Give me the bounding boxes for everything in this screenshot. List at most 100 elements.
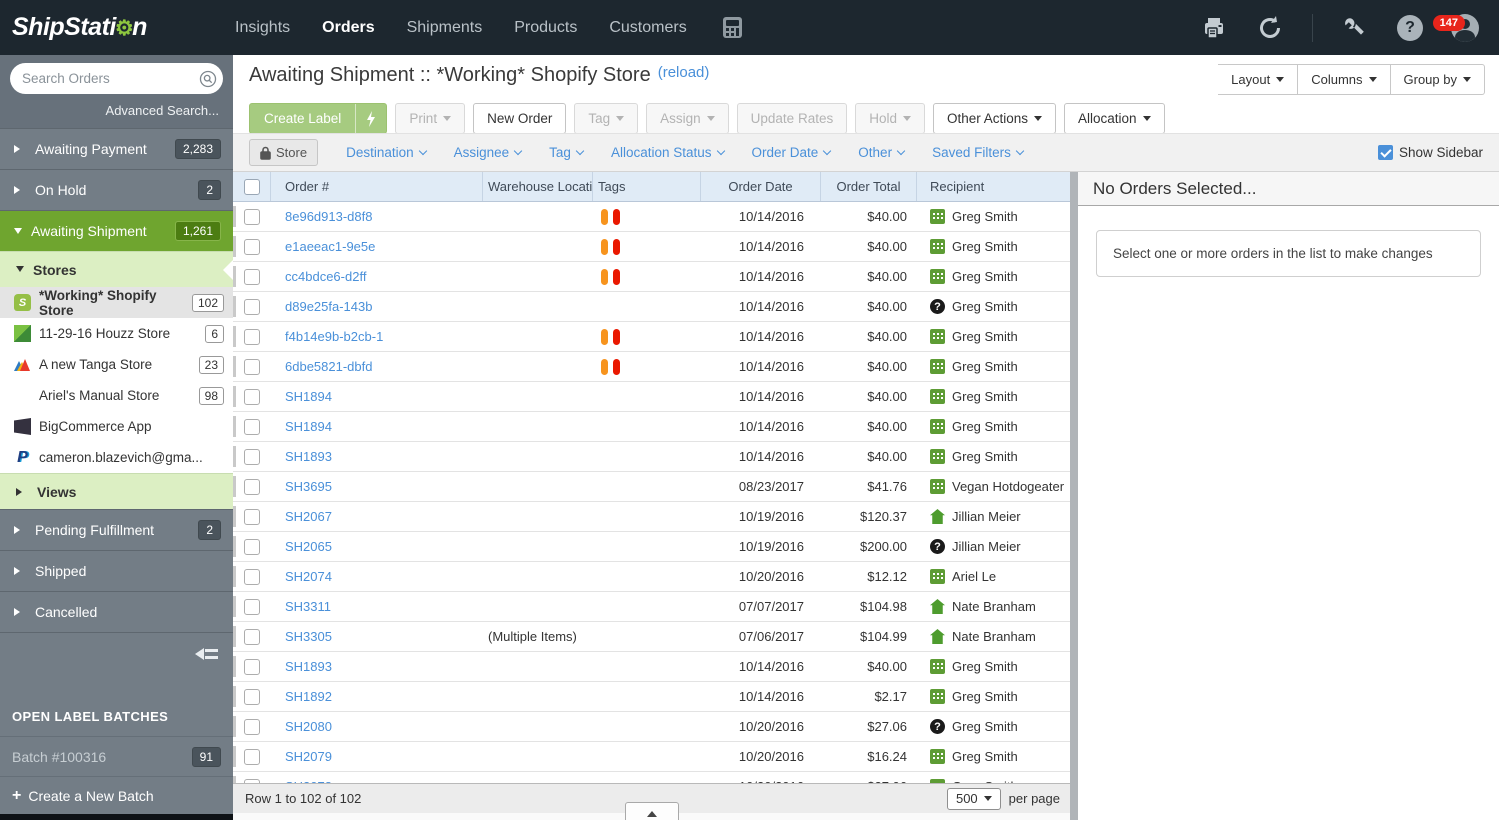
table-row[interactable]: f4b14e9b-b2cb-1 10/14/2016 $40.00 Greg S… [233, 322, 1070, 352]
table-row[interactable]: SH2080 10/20/2016 $27.06 Greg Smith [233, 712, 1070, 742]
nav-item[interactable]: Shipments [407, 19, 483, 37]
row-checkbox[interactable] [244, 239, 260, 255]
table-scrollbar[interactable] [1070, 172, 1078, 820]
row-checkbox[interactable] [244, 719, 260, 735]
row-checkbox[interactable] [244, 629, 260, 645]
nav-item[interactable]: Insights [235, 19, 290, 37]
select-all-checkbox[interactable] [244, 179, 260, 195]
help-icon[interactable]: ? [1397, 15, 1423, 41]
sidebar-item-on-hold[interactable]: On Hold 2 [0, 169, 233, 210]
order-number-link[interactable]: SH2078 [285, 779, 332, 783]
print-button[interactable]: Print [395, 103, 465, 134]
per-page-select[interactable]: 500 [947, 788, 1001, 810]
row-checkbox[interactable] [244, 209, 260, 225]
sidebar-section-views[interactable]: Views [0, 473, 233, 509]
column-header-tags[interactable]: Tags [593, 172, 701, 201]
filter-link[interactable]: Order Date [752, 145, 831, 160]
table-row[interactable]: SH2079 10/20/2016 $16.24 Greg Smith [233, 742, 1070, 772]
collapse-sidebar-icon[interactable] [195, 645, 219, 663]
table-row[interactable]: SH1892 10/14/2016 $2.17 Greg Smith [233, 682, 1070, 712]
refresh-icon[interactable] [1256, 14, 1284, 42]
calculator-icon[interactable] [719, 14, 747, 42]
advanced-search-link[interactable]: Advanced Search... [10, 103, 223, 118]
order-number-link[interactable]: SH3311 [285, 599, 331, 614]
row-checkbox[interactable] [244, 329, 260, 345]
row-checkbox[interactable] [244, 449, 260, 465]
column-header-recipient[interactable]: Recipient [917, 172, 1070, 201]
order-number-link[interactable]: SH3695 [285, 479, 332, 494]
create-label-button[interactable]: Create Label [249, 103, 387, 134]
show-sidebar-toggle[interactable]: Show Sidebar [1378, 145, 1483, 160]
table-row[interactable]: cc4bdce6-d2ff 10/14/2016 $40.00 Greg Smi… [233, 262, 1070, 292]
checked-checkbox-icon[interactable] [1378, 145, 1393, 160]
filter-link[interactable]: Destination [346, 145, 426, 160]
order-number-link[interactable]: SH1893 [285, 449, 332, 464]
sidebar-item-batch[interactable]: Batch #100316 91 [0, 736, 233, 776]
table-row[interactable]: SH3311 07/07/2017 $104.98 Nate Branham [233, 592, 1070, 622]
new-order-button[interactable]: New Order [473, 103, 566, 134]
search-input[interactable] [22, 71, 199, 86]
order-number-link[interactable]: 6dbe5821-dbfd [285, 359, 372, 374]
row-checkbox[interactable] [244, 689, 260, 705]
create-new-batch-button[interactable]: + Create a New Batch [0, 776, 233, 814]
table-row[interactable]: SH1894 10/14/2016 $40.00 Greg Smith [233, 412, 1070, 442]
table-row[interactable]: SH2067 10/19/2016 $120.37 Jillian Meier [233, 502, 1070, 532]
update-rates-button[interactable]: Update Rates [737, 103, 848, 134]
nav-item[interactable]: Products [514, 19, 577, 37]
order-number-link[interactable]: SH1892 [285, 689, 332, 704]
row-checkbox[interactable] [244, 419, 260, 435]
sidebar-item-pending-fulfillment[interactable]: Pending Fulfillment 2 [0, 509, 233, 550]
table-row[interactable]: SH1894 10/14/2016 $40.00 Greg Smith [233, 382, 1070, 412]
row-checkbox[interactable] [244, 389, 260, 405]
table-row[interactable]: SH2074 10/20/2016 $12.12 Ariel Le [233, 562, 1070, 592]
column-header-total[interactable]: Order Total [821, 172, 917, 201]
order-number-link[interactable]: SH1894 [285, 389, 332, 404]
sidebar-item-shipped[interactable]: Shipped [0, 550, 233, 591]
assign-button[interactable]: Assign [646, 103, 729, 134]
scroll-to-top-button[interactable] [625, 802, 679, 820]
order-number-link[interactable]: SH2065 [285, 539, 332, 554]
user-menu[interactable]: 147 [1451, 14, 1479, 42]
tag-button[interactable]: Tag [574, 103, 638, 134]
filter-link[interactable]: Allocation Status [611, 145, 724, 160]
table-row[interactable]: e1aeeac1-9e5e 10/14/2016 $40.00 Greg Smi… [233, 232, 1070, 262]
row-checkbox[interactable] [244, 779, 260, 784]
table-row[interactable]: 6dbe5821-dbfd 10/14/2016 $40.00 Greg Smi… [233, 352, 1070, 382]
table-row[interactable]: SH2078 10/20/2016 $27.06 Greg Smith [233, 772, 1070, 783]
sidebar-store-item[interactable]: cameron.blazevich@gma... [0, 442, 233, 473]
sidebar-section-stores[interactable]: Stores [0, 251, 233, 287]
order-number-link[interactable]: cc4bdce6-d2ff [285, 269, 366, 284]
table-row[interactable]: SH1893 10/14/2016 $40.00 Greg Smith [233, 442, 1070, 472]
order-number-link[interactable]: 8e96d913-d8f8 [285, 209, 372, 224]
row-checkbox[interactable] [244, 479, 260, 495]
hold-button[interactable]: Hold [855, 103, 925, 134]
order-number-link[interactable]: SH2074 [285, 569, 332, 584]
order-number-link[interactable]: SH1894 [285, 419, 332, 434]
sidebar-store-item[interactable]: *Working* Shopify Store 102 [0, 287, 233, 318]
row-checkbox[interactable] [244, 749, 260, 765]
nav-item[interactable]: Customers [609, 19, 686, 37]
table-row[interactable]: 8e96d913-d8f8 10/14/2016 $40.00 Greg Smi… [233, 202, 1070, 232]
column-header-order[interactable]: Order # [271, 172, 483, 201]
filter-link[interactable]: Tag [549, 145, 583, 160]
order-number-link[interactable]: SH2067 [285, 509, 332, 524]
sidebar-store-item[interactable]: A new Tanga Store 23 [0, 349, 233, 380]
nav-item[interactable]: Orders [322, 19, 374, 37]
order-number-link[interactable]: d89e25fa-143b [285, 299, 372, 314]
sidebar-store-item[interactable]: 11-29-16 Houzz Store 6 [0, 318, 233, 349]
order-number-link[interactable]: SH1893 [285, 659, 332, 674]
row-checkbox[interactable] [244, 269, 260, 285]
table-row[interactable]: d89e25fa-143b 10/14/2016 $40.00 Greg Smi… [233, 292, 1070, 322]
row-checkbox[interactable] [244, 569, 260, 585]
reload-link[interactable]: (reload) [658, 64, 710, 81]
filter-link[interactable]: Other [858, 145, 904, 160]
other-actions-button[interactable]: Other Actions [933, 103, 1056, 134]
column-header-date[interactable]: Order Date [701, 172, 821, 201]
row-checkbox[interactable] [244, 599, 260, 615]
table-row[interactable]: SH3695 08/23/2017 $41.76 Vegan Hotdogeat… [233, 472, 1070, 502]
view-option-button[interactable]: Group by [1391, 64, 1485, 95]
view-option-button[interactable]: Layout [1218, 64, 1298, 95]
order-number-link[interactable]: f4b14e9b-b2cb-1 [285, 329, 383, 344]
printer-icon[interactable] [1200, 14, 1228, 42]
filter-link[interactable]: Assignee [454, 145, 522, 160]
